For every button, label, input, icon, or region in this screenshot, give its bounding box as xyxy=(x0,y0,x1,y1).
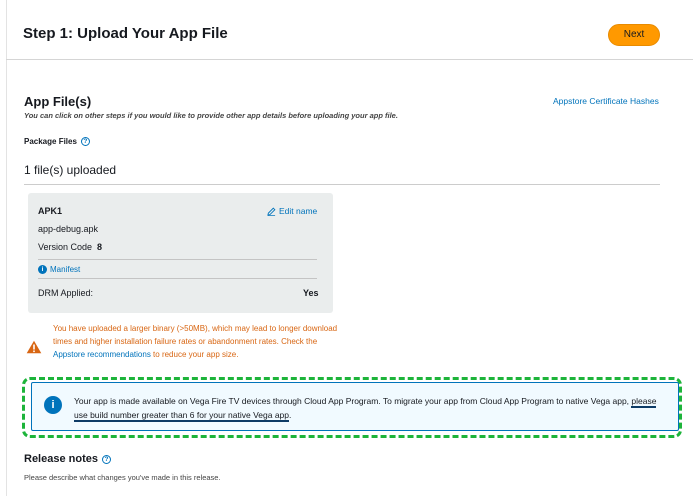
package-files-text: Package Files xyxy=(24,137,77,146)
apk-card: APK1 Edit name app-debug.apk Version Cod… xyxy=(28,193,333,313)
release-notes-description: Please describe what changes you've made… xyxy=(24,473,221,482)
warning-text-start: You have uploaded a larger binary (>50MB… xyxy=(53,324,338,346)
apk-file-name: app-debug.apk xyxy=(38,224,99,234)
next-button[interactable]: Next xyxy=(608,24,660,46)
info-text-end: . xyxy=(289,410,292,420)
manifest-link[interactable]: i Manifest xyxy=(38,265,80,274)
large-binary-warning: You have uploaded a larger binary (>50MB… xyxy=(53,322,343,361)
apk-name: APK1 xyxy=(38,206,63,216)
info-banner-message: Your app is made available on Vega Fire … xyxy=(74,394,664,422)
page-title: Step 1: Upload Your App File xyxy=(23,25,228,42)
info-icon: i xyxy=(38,265,47,274)
card-divider xyxy=(38,259,317,260)
appstore-recommendations-link[interactable]: Appstore recommendations xyxy=(53,350,151,359)
manifest-label: Manifest xyxy=(50,265,81,274)
info-text-start: Your app is made available on Vega Fire … xyxy=(74,396,632,406)
edit-name-button[interactable]: Edit name xyxy=(267,206,317,216)
help-icon[interactable]: ? xyxy=(80,137,90,146)
app-files-subtitle: You can click on other steps if you woul… xyxy=(24,111,398,120)
version-code-label: Version Code xyxy=(38,242,93,252)
drm-value: Yes xyxy=(303,288,319,298)
uploaded-count: 1 file(s) uploaded xyxy=(24,163,117,177)
info-icon: i xyxy=(44,396,62,414)
cloud-app-info-banner: i Your app is made available on Vega Fir… xyxy=(31,382,679,431)
warning-text-end: to reduce your app size. xyxy=(150,350,239,359)
release-notes-title: Release notes ? xyxy=(24,453,111,465)
release-notes-label: Release notes xyxy=(24,453,98,465)
pencil-icon xyxy=(267,207,276,216)
divider xyxy=(24,184,660,185)
package-files-label: Package Files ? xyxy=(24,137,90,146)
version-code-value: 8 xyxy=(97,242,103,252)
version-code-row: Version Code 8 xyxy=(38,242,102,252)
drm-label: DRM Applied: xyxy=(38,288,94,298)
app-files-title: App File(s) xyxy=(24,94,92,109)
help-icon[interactable]: ? xyxy=(101,454,111,464)
warning-icon xyxy=(26,340,42,354)
edit-name-label: Edit name xyxy=(279,206,318,216)
page-header: Step 1: Upload Your App File Next xyxy=(6,0,693,60)
card-divider xyxy=(38,278,317,279)
appstore-cert-hashes-link[interactable]: Appstore Certificate Hashes xyxy=(553,96,659,106)
